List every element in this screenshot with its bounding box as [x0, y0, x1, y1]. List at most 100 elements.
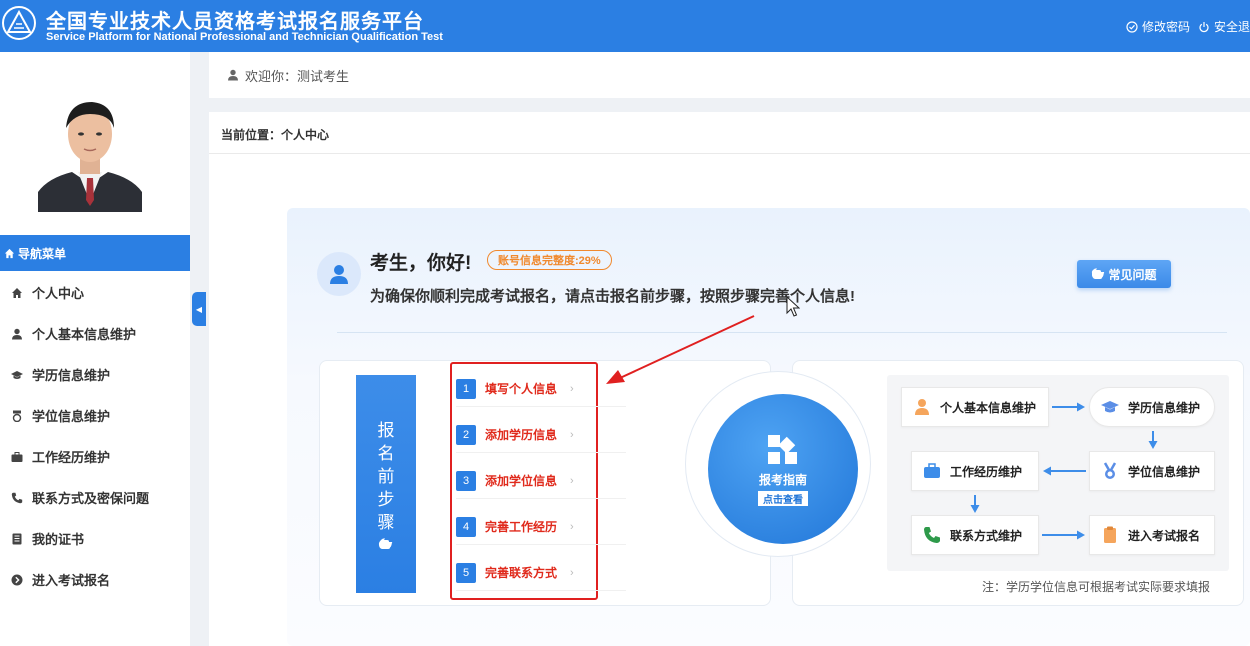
annotation-arrow	[606, 315, 755, 384]
step-item-5[interactable]: 5 完善联系方式 ›	[456, 555, 626, 591]
sidebar-item-label: 联系方式及密保问题	[32, 491, 150, 506]
flow-node-label: 个人基本信息维护	[940, 400, 1037, 415]
steps-banner: 报 名 前 步 骤	[356, 375, 416, 593]
pointing-hand-icon	[378, 537, 393, 549]
chevron-right-icon: ›	[570, 566, 574, 579]
briefcase-icon	[924, 463, 940, 478]
step-number: 4	[456, 516, 476, 537]
top-header: 全国专业技术人员资格考试报名服务平台 Service Platform for …	[0, 0, 1250, 52]
flow-arrow-left	[1043, 466, 1086, 476]
step-label: 添加学位信息	[485, 474, 558, 488]
flow-node-label: 学位信息维护	[1128, 464, 1201, 479]
step-number: 5	[456, 562, 476, 583]
nav-menu: 个人中心 个人基本信息维护 学历信息维护 学位信息维护 工作经历维护 联系方式及…	[0, 272, 190, 600]
flow-arrow-down	[1148, 431, 1158, 449]
platform-logo-icon	[2, 6, 36, 40]
faq-button-label: 常见问题	[1108, 267, 1157, 282]
flow-arrow-right	[1042, 530, 1085, 540]
chevron-right-icon: ›	[570, 428, 574, 441]
briefcase-icon	[11, 451, 23, 462]
user-avatar[interactable]	[38, 92, 142, 212]
step-item-3[interactable]: 3 添加学位信息 ›	[456, 463, 626, 499]
step-number: 2	[456, 424, 476, 445]
sidebar-item-basic-info[interactable]: 个人基本信息维护	[0, 313, 190, 354]
greeting-title: 考生，你好!	[370, 253, 472, 274]
flow-node-label: 进入考试报名	[1128, 528, 1201, 543]
sidebar-item-degree[interactable]: 学位信息维护	[0, 395, 190, 436]
sidebar-item-label: 个人中心	[32, 286, 85, 301]
header-links: 修改密码 安全退	[1126, 18, 1250, 35]
welcome-bar: 欢迎你：测试考生	[209, 52, 1250, 98]
nav-menu-title: 导航菜单	[18, 246, 67, 261]
medal-icon	[1103, 462, 1117, 479]
flow-node-basic-info[interactable]: 个人基本信息维护	[901, 387, 1049, 427]
medal-icon	[12, 410, 22, 422]
phone-icon	[11, 492, 23, 503]
sidebar-item-label: 进入考试报名	[32, 573, 111, 588]
sidebar-collapse-toggle[interactable]: ◀	[192, 292, 206, 326]
flow-node-enroll[interactable]: 进入考试报名	[1089, 515, 1215, 555]
logout-link[interactable]: 安全退	[1198, 18, 1250, 35]
flow-node-degree[interactable]: 学位信息维护	[1089, 451, 1215, 491]
chevron-right-icon: ›	[570, 382, 574, 395]
sidebar-item-contact[interactable]: 联系方式及密保问题	[0, 477, 190, 518]
nav-menu-header: 导航菜单	[0, 235, 190, 271]
sidebar-item-education[interactable]: 学历信息维护	[0, 354, 190, 395]
guide-title: 报考指南	[758, 472, 807, 487]
power-icon	[1199, 21, 1209, 32]
mouse-cursor-icon	[786, 296, 800, 317]
exam-guide-button[interactable]: 报考指南 点击查看	[708, 394, 858, 544]
step-item-4[interactable]: 4 完善工作经历 ›	[456, 509, 626, 545]
flow-node-label: 学历信息维护	[1128, 400, 1201, 415]
clipboard-icon	[1104, 526, 1116, 543]
step-label: 完善联系方式	[485, 566, 558, 580]
grid-diamond-icon	[768, 434, 797, 464]
banner-char: 骤	[377, 512, 395, 532]
home-icon	[4, 248, 15, 258]
graduation-cap-icon	[1101, 401, 1119, 413]
step-label: 完善工作经历	[485, 520, 558, 534]
banner-char: 名	[377, 443, 395, 463]
flow-node-contact[interactable]: 联系方式维护	[911, 515, 1039, 555]
chevron-right-icon: ›	[570, 520, 574, 533]
arrow-circle-icon	[11, 574, 23, 585]
greeting-subtitle: 为确保你顺利完成考试报名，请点击报名前步骤，按照步骤完善个人信息!	[370, 288, 855, 305]
change-password-link[interactable]: 修改密码	[1126, 18, 1190, 35]
banner-char: 前	[377, 466, 395, 486]
panel-divider	[337, 332, 1227, 333]
sidebar-item-certificates[interactable]: 我的证书	[0, 518, 190, 559]
user-icon	[228, 69, 238, 81]
sidebar-item-work[interactable]: 工作经历维护	[0, 436, 190, 477]
flow-node-work[interactable]: 工作经历维护	[911, 451, 1039, 491]
sidebar: 导航菜单 个人中心 个人基本信息维护 学历信息维护 学位信息维护 工作经历维护 …	[0, 52, 190, 646]
step-number: 1	[456, 378, 476, 399]
step-number: 3	[456, 470, 476, 491]
candidate-user-icon	[317, 252, 361, 296]
sidebar-item-label: 工作经历维护	[32, 450, 111, 465]
check-circle-icon	[1126, 20, 1138, 33]
flow-diagram: 个人基本信息维护 学历信息维护 工作经历维护 学位信息维护 联系方式维护 进入考…	[887, 375, 1229, 571]
platform-title: 全国专业技术人员资格考试报名服务平台	[46, 11, 424, 33]
step-item-2[interactable]: 2 添加学历信息 ›	[456, 417, 626, 453]
faq-button[interactable]: 常见问题	[1077, 260, 1171, 288]
phone-icon	[924, 527, 940, 543]
step-label: 填写个人信息	[485, 382, 558, 396]
sidebar-item-enroll[interactable]: 进入考试报名	[0, 559, 190, 600]
sidebar-item-personal-center[interactable]: 个人中心	[0, 272, 190, 313]
banner-char: 报	[377, 420, 395, 440]
flow-node-label: 工作经历维护	[950, 464, 1023, 479]
user-icon	[915, 399, 929, 415]
step-label: 添加学历信息	[485, 428, 558, 442]
sidebar-item-label: 学位信息维护	[32, 409, 111, 424]
flow-arrow-down	[970, 495, 980, 513]
sidebar-item-label: 我的证书	[32, 532, 85, 547]
chevron-right-icon: ›	[570, 474, 574, 487]
logout-label: 安全退	[1213, 20, 1250, 34]
breadcrumb: 当前位置：个人中心	[221, 128, 330, 142]
personal-center-panel: 考生，你好! 账号信息完整度:29% 为确保你顺利完成考试报名，请点击报名前步骤…	[287, 208, 1250, 646]
change-password-label: 修改密码	[1141, 20, 1190, 34]
sidebar-item-label: 学历信息维护	[32, 368, 111, 383]
welcome-text: 欢迎你：测试考生	[245, 68, 350, 84]
flow-node-education[interactable]: 学历信息维护	[1089, 387, 1215, 427]
user-icon	[12, 328, 22, 339]
